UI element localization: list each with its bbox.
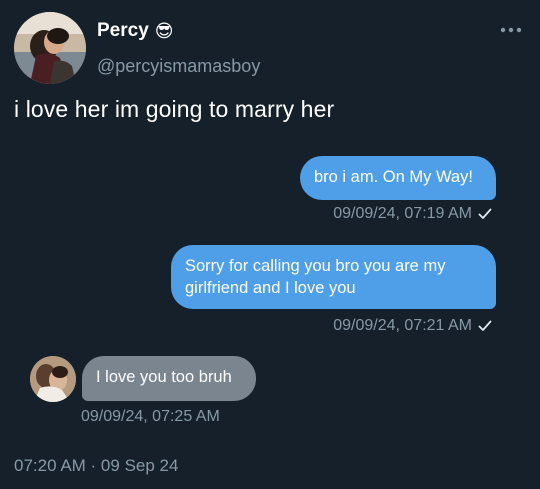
user-handle[interactable]: @percyismamasboy [97, 56, 260, 77]
sunglasses-emoji-icon: 😎 [154, 21, 174, 41]
message-time: 09/09/24, 07:21 AM [333, 317, 472, 334]
outgoing-message-bubble[interactable]: Sorry for calling you bro you are my gir… [171, 245, 496, 309]
avatar[interactable] [14, 12, 86, 84]
message-text: bro i am. On My Way! [314, 168, 473, 186]
contact-photo-icon [30, 356, 76, 402]
check-icon [478, 208, 492, 219]
profile-photo-icon [14, 12, 86, 84]
message-meta: 09/09/24, 07:25 AM [81, 408, 220, 426]
message-meta: 09/09/24, 07:19 AM [333, 205, 492, 223]
display-name-text: Percy [97, 20, 149, 41]
message-meta: 09/09/24, 07:21 AM [333, 317, 492, 335]
tweet-text: i love her im going to marry her [14, 96, 335, 122]
message-text: Sorry for calling you bro you are my gir… [185, 257, 446, 297]
check-icon [478, 320, 492, 331]
message-text: I love you too bruh [96, 368, 232, 386]
message-time: 09/09/24, 07:25 AM [81, 408, 220, 425]
tweet-card: Percy 😎 @percyismamasboy i love her im g… [0, 0, 540, 489]
outgoing-message-bubble[interactable]: bro i am. On My Way! [300, 156, 496, 200]
display-name[interactable]: Percy 😎 [97, 20, 174, 42]
contact-avatar[interactable] [30, 356, 76, 402]
more-options-icon[interactable] [498, 22, 524, 38]
message-time: 09/09/24, 07:19 AM [333, 205, 472, 222]
incoming-message-bubble[interactable]: I love you too bruh [82, 356, 256, 401]
tweet-timestamp[interactable]: 07:20 AM · 09 Sep 24 [14, 456, 178, 476]
